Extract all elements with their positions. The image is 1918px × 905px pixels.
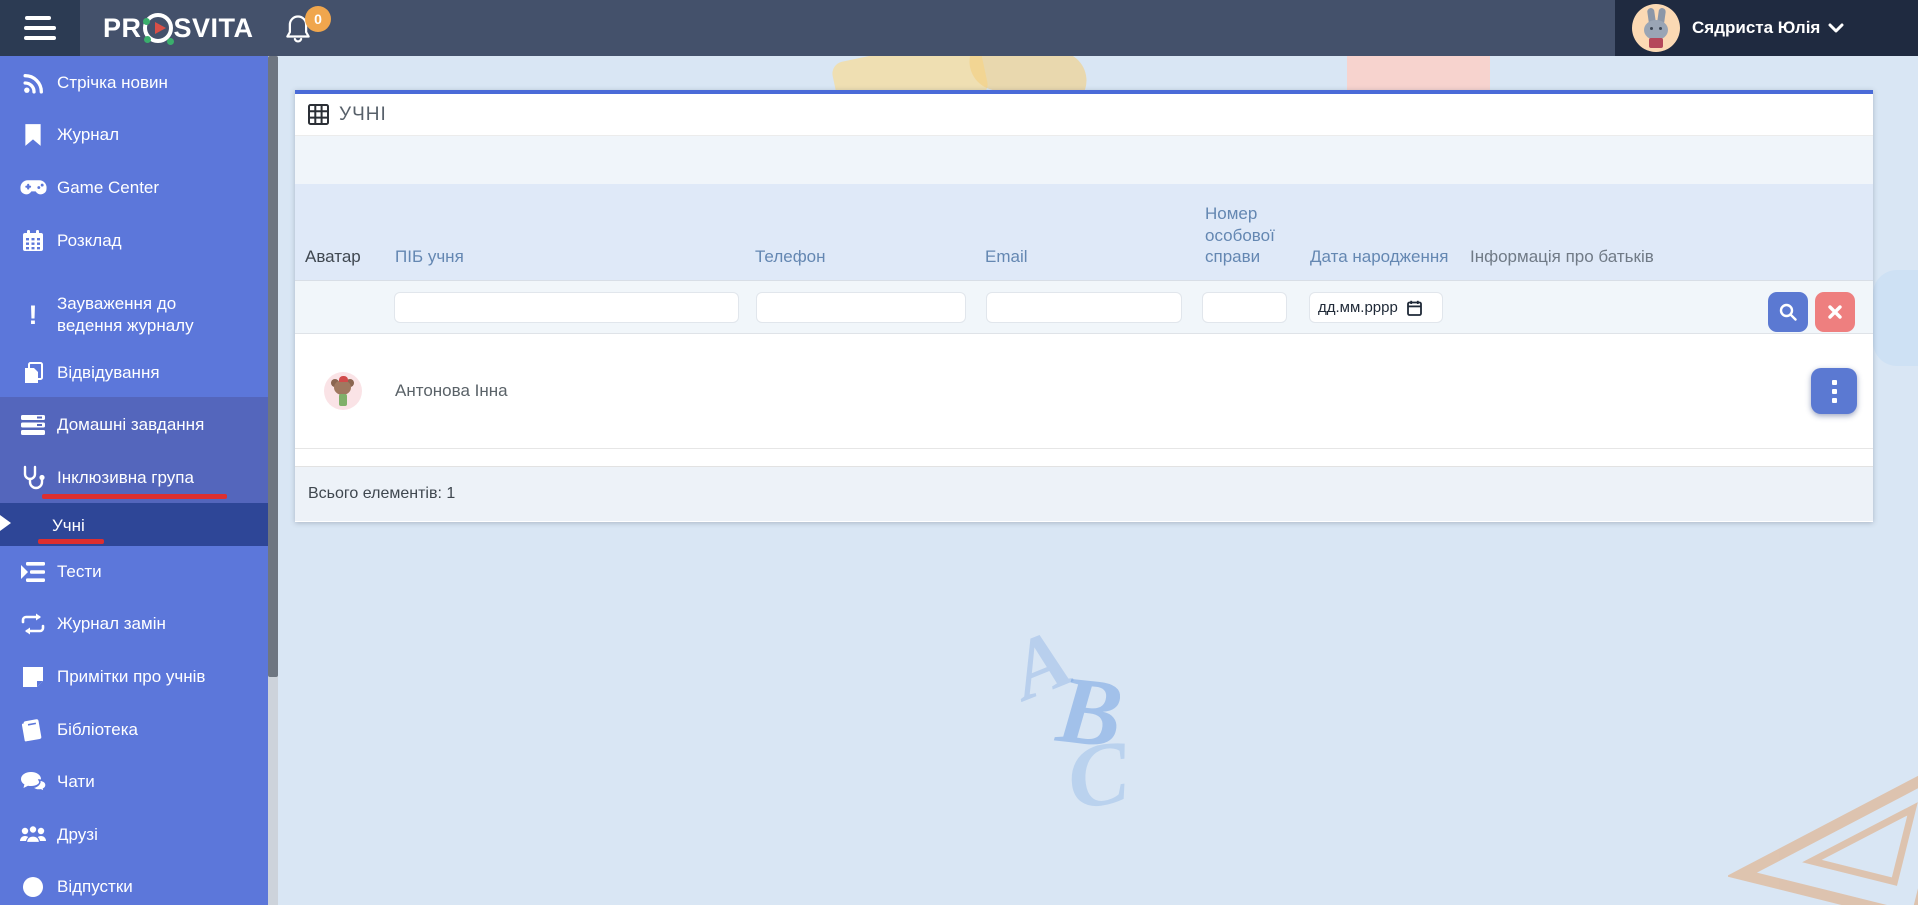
hamburger-icon <box>25 16 51 20</box>
sidebar-item-substitution-journal[interactable]: Журнал замін <box>0 604 268 644</box>
brand-logo[interactable]: PR SVITA <box>103 0 254 56</box>
table-bottom-spacer <box>295 449 1873 467</box>
bookmark-icon <box>19 121 47 149</box>
filter-row: дд.мм.рррр <box>295 281 1873 334</box>
calendar-icon <box>19 227 47 255</box>
clear-filters-button[interactable] <box>1815 292 1855 332</box>
kebab-menu-icon <box>1831 379 1837 385</box>
students-underline <box>38 539 104 544</box>
sidebar-item-library[interactable]: Бібліотека <box>0 710 268 750</box>
swap-icon <box>19 610 47 638</box>
sidebar-item-homework[interactable]: Домашні завдання <box>0 405 268 445</box>
users-icon <box>19 821 47 849</box>
filter-phone-input[interactable] <box>756 292 966 323</box>
column-header-birth-date[interactable]: Дата народження <box>1300 246 1460 280</box>
gamepad-icon <box>19 174 47 202</box>
date-placeholder: дд.мм.рррр <box>1318 299 1398 316</box>
column-header-actions <box>1755 267 1873 280</box>
brand-text-pre: PR <box>103 12 142 43</box>
sidebar-scrollbar[interactable] <box>268 56 278 905</box>
decor-letter-c: C <box>1061 722 1135 829</box>
list-icon <box>19 558 47 586</box>
student-name: Антонова Інна <box>395 381 508 400</box>
sidebar-item-attendance[interactable]: Відвідування <box>0 353 268 393</box>
column-header-file-number[interactable]: Номер особової справи <box>1195 203 1300 280</box>
close-icon <box>1828 305 1842 319</box>
sidebar-item-tests[interactable]: Тести <box>0 552 268 592</box>
notifications-button[interactable]: 0 <box>283 6 335 52</box>
topbar: PR SVITA 0 Сядриста Юлія <box>0 0 1918 56</box>
sidebar-item-chats[interactable]: Чати <box>0 762 268 802</box>
logo-play-icon <box>142 13 174 45</box>
filter-email-input[interactable] <box>986 292 1182 323</box>
user-menu[interactable]: Сядриста Юлія <box>1615 0 1918 56</box>
chevron-down-icon <box>1828 23 1844 33</box>
app-root: PR SVITA 0 Сядриста Юлія Стрічка новин Ж… <box>0 0 1918 905</box>
exclamation-icon: ! <box>28 299 38 330</box>
filter-birth-date-input[interactable]: дд.мм.рррр <box>1309 292 1443 323</box>
column-header-parents-info: Інформація про батьків <box>1470 246 1654 266</box>
row-actions-button[interactable] <box>1811 368 1857 414</box>
search-button[interactable] <box>1768 292 1808 332</box>
column-header-phone[interactable]: Телефон <box>745 246 975 280</box>
user-name: Сядриста Юлія <box>1692 18 1821 37</box>
page-title: УЧНІ <box>339 103 387 125</box>
circle-icon <box>19 873 47 901</box>
scrollbar-thumb[interactable] <box>268 56 278 677</box>
inclusive-group-underline <box>42 494 227 499</box>
table-row[interactable]: Антонова Інна <box>295 334 1873 449</box>
brand-text-post: SVITA <box>173 12 254 43</box>
sidebar-item-friends[interactable]: Друзі <box>0 815 268 855</box>
filter-name-input[interactable] <box>394 292 739 323</box>
sidebar: Стрічка новин Журнал Game Center Розклад… <box>0 56 268 905</box>
card-footer: Всього елементів: 1 <box>295 467 1873 521</box>
main-content: A B C УЧНІ Аватар ПІБ учня Телефон Email… <box>278 56 1918 905</box>
calendar-picker-icon[interactable] <box>1406 300 1422 316</box>
card-header: УЧНІ <box>295 94 1873 136</box>
user-avatar <box>1632 4 1680 52</box>
sidebar-item-journal[interactable]: Журнал <box>0 115 268 155</box>
filter-file-number-input[interactable] <box>1202 292 1287 323</box>
sidebar-item-student-notes[interactable]: Примітки про учнів <box>0 657 268 697</box>
table-grid-icon <box>308 104 329 125</box>
sidebar-item-game-center[interactable]: Game Center <box>0 168 268 208</box>
column-header-email[interactable]: Email <box>975 246 1195 280</box>
notification-badge: 0 <box>305 6 331 32</box>
student-avatar <box>324 372 362 410</box>
column-header-name[interactable]: ПІБ учня <box>385 246 745 280</box>
column-header-avatar: Аватар <box>305 246 361 266</box>
rss-icon <box>19 69 47 97</box>
sidebar-toggle-button[interactable] <box>0 0 80 56</box>
sidebar-item-schedule[interactable]: Розклад <box>0 221 268 261</box>
toolbar-strip <box>295 136 1873 184</box>
stack-icon <box>19 411 47 439</box>
search-icon <box>1779 303 1797 321</box>
table-header-row: Аватар ПІБ учня Телефон Email Номер особ… <box>295 184 1873 281</box>
sidebar-item-journal-remarks[interactable]: ! Зауваження до ведення журналу <box>0 283 268 347</box>
book-icon <box>19 716 47 744</box>
sidebar-item-inclusive-group[interactable]: Інклюзивна група <box>0 458 268 498</box>
students-card: УЧНІ Аватар ПІБ учня Телефон Email Номер… <box>295 90 1873 522</box>
note-icon <box>19 663 47 691</box>
chat-icon <box>19 768 47 796</box>
stethoscope-icon <box>19 464 47 492</box>
sidebar-item-news-feed[interactable]: Стрічка новин <box>0 63 268 103</box>
sidebar-item-vacations[interactable]: Відпустки <box>0 867 268 905</box>
pages-icon <box>19 359 47 387</box>
total-elements-label: Всього елементів: 1 <box>308 485 456 502</box>
decor-ruler-triangle <box>1728 752 1918 905</box>
decor-blue-shape <box>1873 270 1918 366</box>
decor-pink-shape <box>1347 56 1490 92</box>
active-item-marker <box>0 515 11 531</box>
